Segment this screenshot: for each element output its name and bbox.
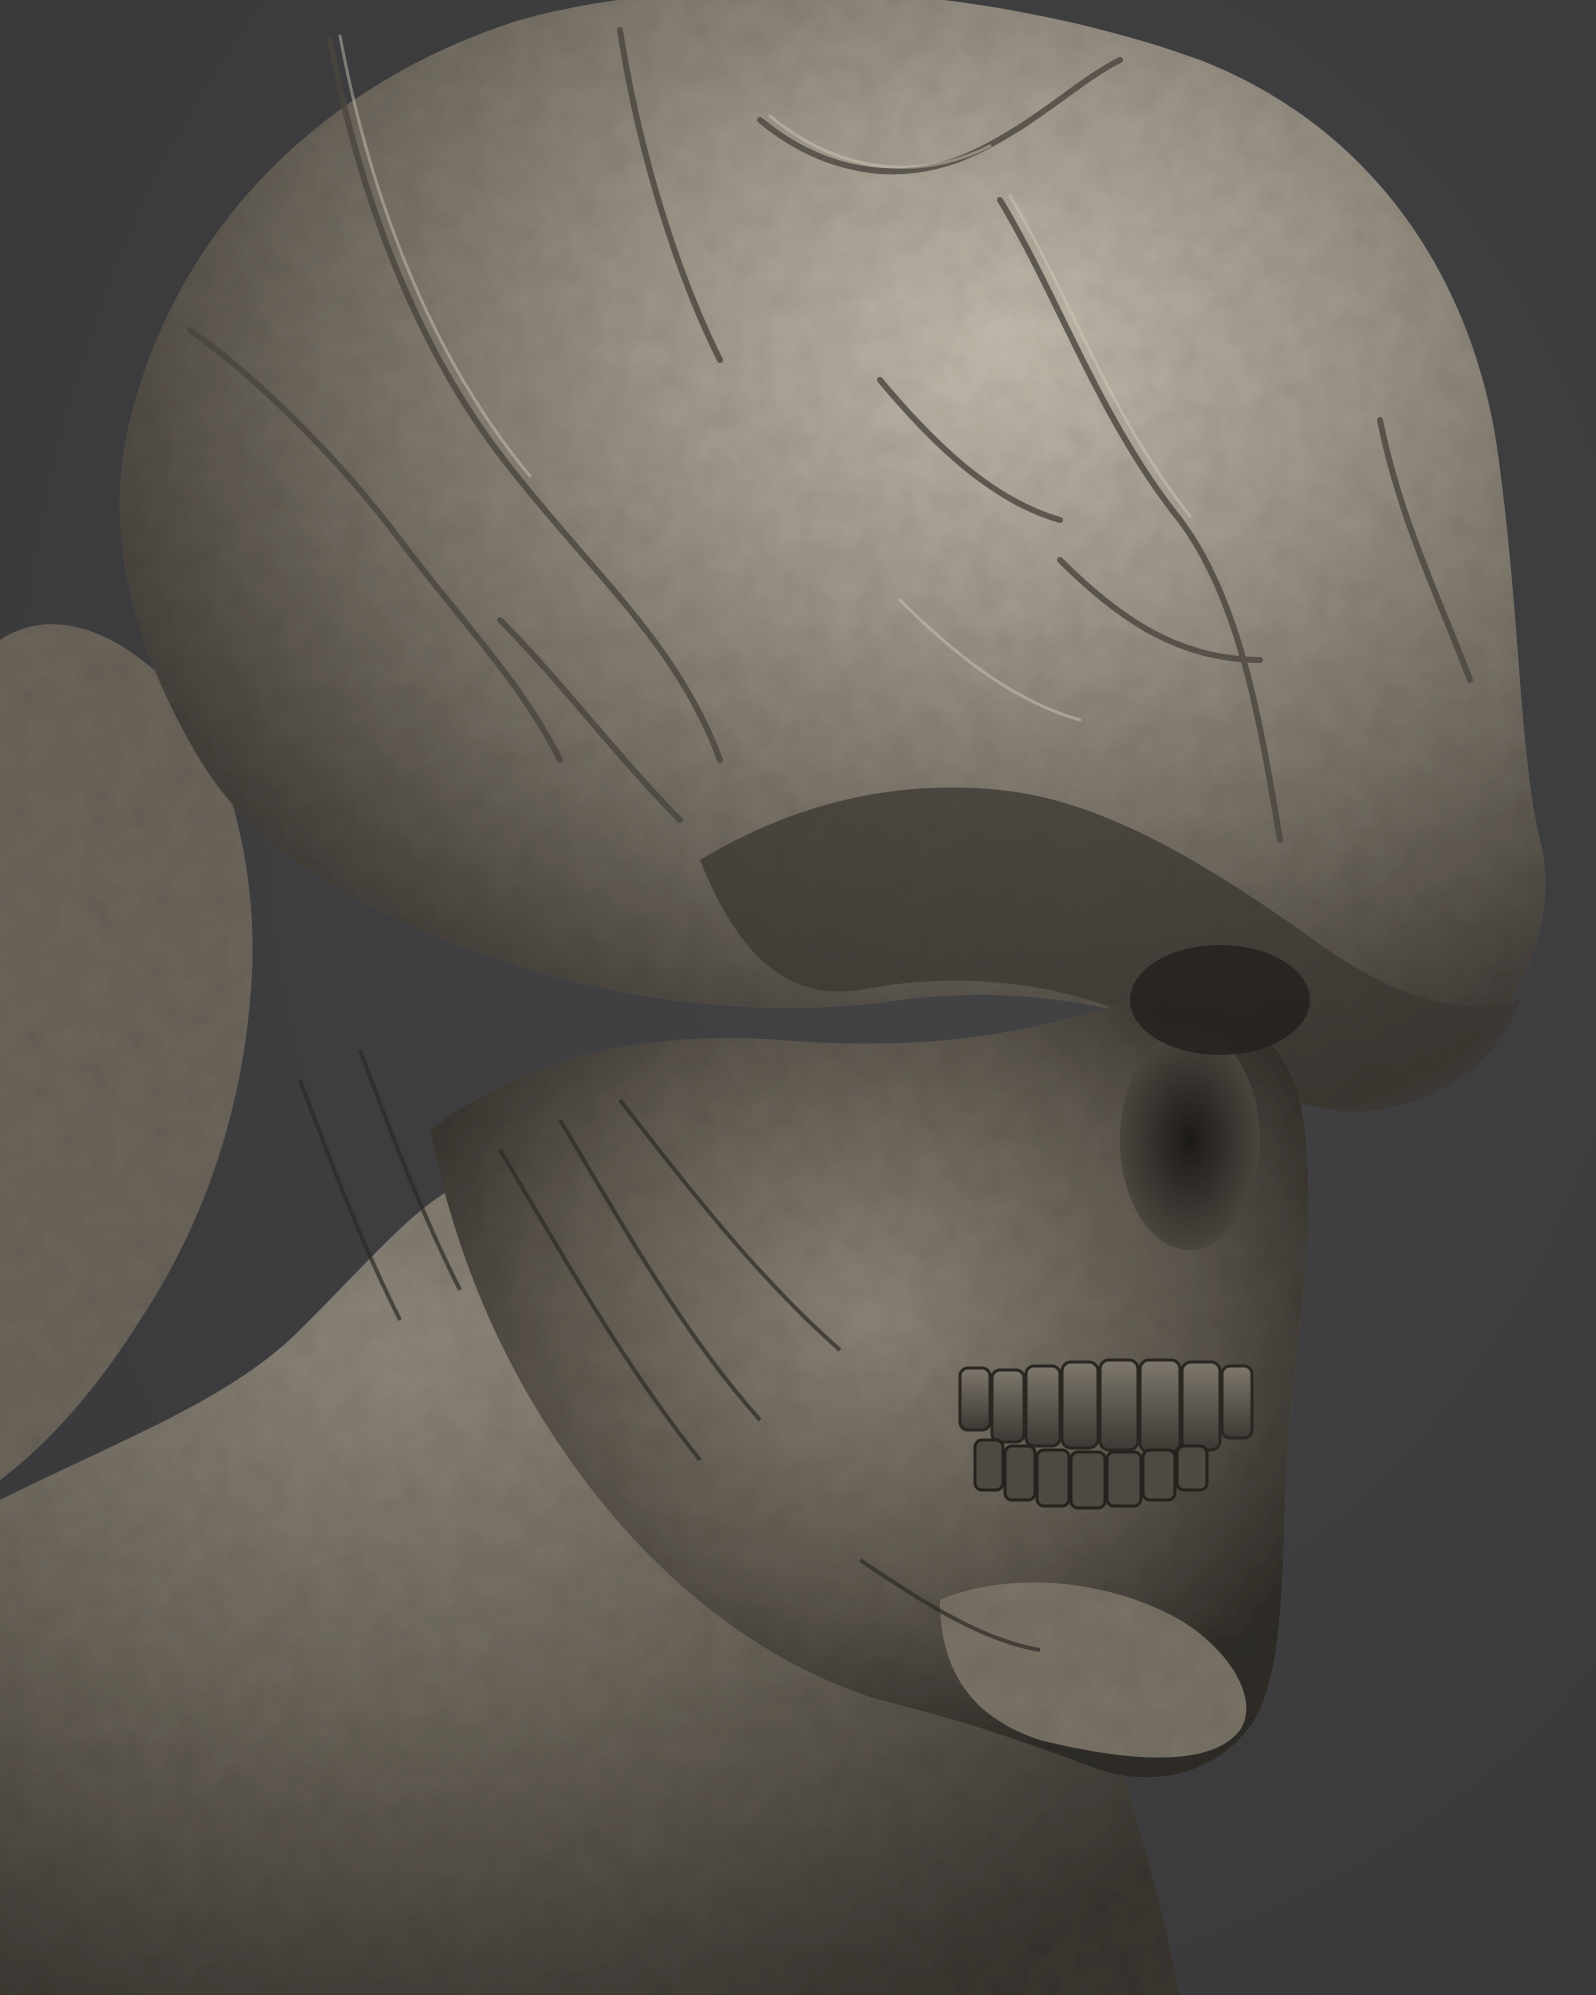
nasal-cavity: [1120, 1030, 1260, 1250]
eye-socket: [1130, 945, 1310, 1055]
sculpt-viewport: [0, 0, 1596, 1995]
sculpt-render: [0, 0, 1546, 1995]
upper-teeth: [958, 1358, 1254, 1454]
